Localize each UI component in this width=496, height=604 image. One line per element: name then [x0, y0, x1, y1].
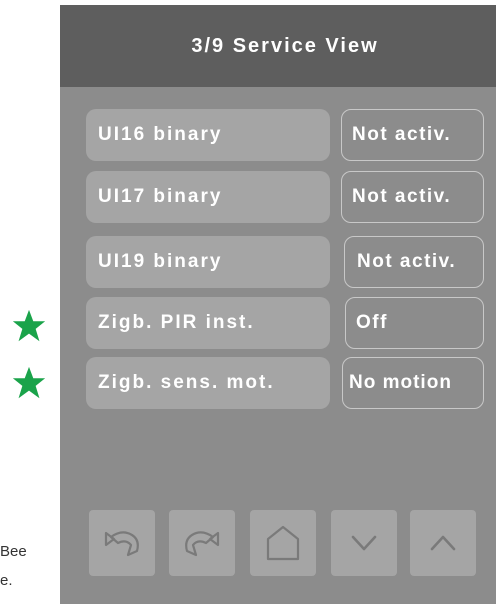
row-label-ui19: UI19 binary — [86, 236, 330, 288]
chevron-up-icon — [430, 535, 456, 551]
redo-icon — [185, 531, 220, 557]
redo-button[interactable] — [169, 510, 235, 576]
side-note-line-2: e. — [0, 572, 13, 589]
row-value-ui16[interactable]: Not activ. — [341, 109, 484, 161]
row-value-zigb-pir[interactable]: Off — [345, 297, 484, 349]
home-button[interactable] — [250, 510, 316, 576]
row-value-ui19[interactable]: Not activ. — [344, 236, 484, 288]
page-title: 3/9 Service View — [191, 34, 379, 57]
star-icon — [12, 309, 46, 342]
scroll-down-button[interactable] — [331, 510, 397, 576]
undo-button[interactable] — [89, 510, 155, 576]
row-label-zigb-sens: Zigb. sens. mot. — [86, 357, 330, 409]
row-label-zigb-pir: Zigb. PIR inst. — [86, 297, 330, 349]
star-icon — [12, 366, 46, 399]
row-label-ui16: UI16 binary — [86, 109, 330, 161]
home-icon — [266, 525, 300, 561]
device-screen: 3/9 Service View UI16 binary Not activ. … — [60, 5, 496, 604]
chevron-down-icon — [351, 535, 377, 551]
page: Bee e. 3/9 Service View UI16 binary Not … — [0, 0, 496, 604]
undo-icon — [104, 531, 139, 557]
screen-header: 3/9 Service View — [60, 5, 496, 87]
scroll-up-button[interactable] — [410, 510, 476, 576]
row-value-ui17[interactable]: Not activ. — [341, 171, 484, 223]
row-label-ui17: UI17 binary — [86, 171, 330, 223]
side-note-line-1: Bee — [0, 543, 27, 560]
row-value-zigb-sens[interactable]: No motion — [342, 357, 484, 409]
